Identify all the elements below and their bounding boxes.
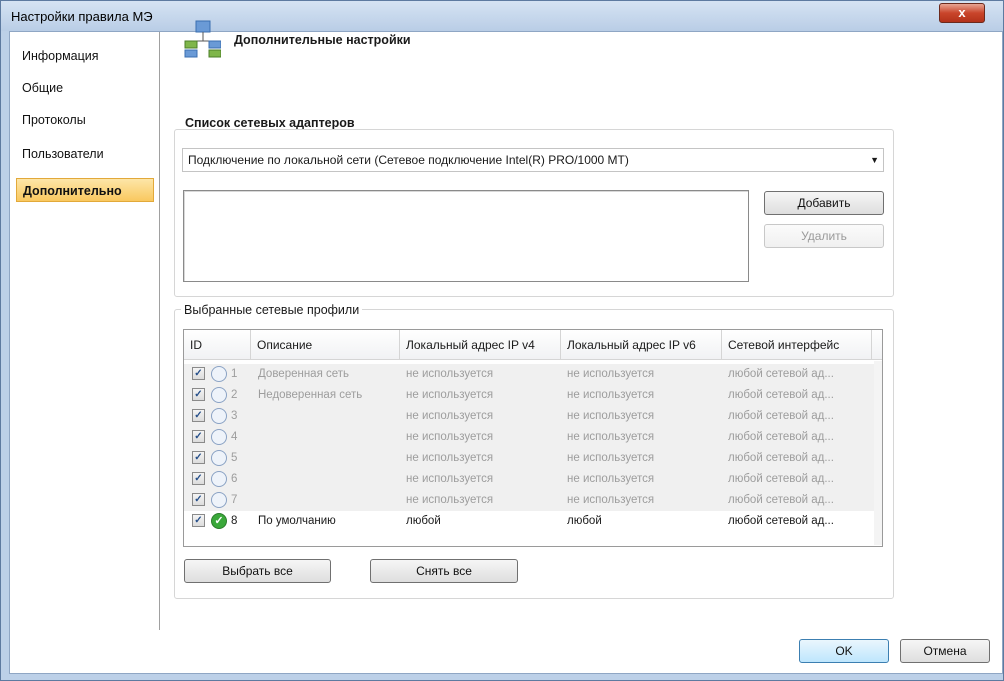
- table-row[interactable]: ✓ 6 не используется не используется любой…: [184, 469, 874, 490]
- cancel-button[interactable]: Отмена: [900, 639, 990, 663]
- row-interface: любой сетевой ад...: [728, 473, 834, 485]
- circle-icon: [211, 492, 227, 508]
- row-ipv4: не используется: [406, 410, 494, 422]
- sidebar-item-users[interactable]: Пользователи: [16, 142, 154, 166]
- column-header-interface[interactable]: Сетевой интерфейс: [722, 330, 872, 360]
- row-ipv4: не используется: [406, 431, 494, 443]
- adapters-label: Список сетевых адаптеров: [185, 116, 355, 130]
- circle-icon: [211, 366, 227, 382]
- table-row[interactable]: ✓ 7 не используется не используется любой…: [184, 490, 874, 511]
- row-interface: любой сетевой ад...: [728, 431, 834, 443]
- select-all-button[interactable]: Выбрать все: [184, 559, 331, 583]
- table-row[interactable]: ✓ 3 не используется не используется любой…: [184, 406, 874, 427]
- sidebar-item-advanced[interactable]: Дополнительно: [16, 178, 154, 202]
- row-checkbox[interactable]: ✓: [192, 451, 205, 464]
- profiles-table: ID Описание Локальный адрес IP v4 Локаль…: [183, 329, 883, 547]
- column-header-ipv4[interactable]: Локальный адрес IP v4: [400, 330, 561, 360]
- dialog-window: Настройки правила МЭ x Информация Общие …: [0, 0, 1004, 681]
- row-ipv6: любой: [567, 515, 602, 527]
- row-id: 8: [231, 515, 238, 527]
- row-interface: любой сетевой ад...: [728, 452, 834, 464]
- column-header-description[interactable]: Описание: [251, 330, 400, 360]
- adapter-select[interactable]: Подключение по локальной сети (Сетевое п…: [182, 148, 884, 172]
- row-ipv6: не используется: [567, 410, 655, 422]
- column-header-ipv6[interactable]: Локальный адрес IP v6: [561, 330, 722, 360]
- row-ipv6: не используется: [567, 473, 655, 485]
- circle-icon: [211, 471, 227, 487]
- row-ipv4: не используется: [406, 368, 494, 380]
- row-ipv4: не используется: [406, 494, 494, 506]
- row-id: 4: [231, 431, 238, 443]
- row-ipv6: не используется: [567, 389, 655, 401]
- row-checkbox[interactable]: ✓: [192, 388, 205, 401]
- row-interface: любой сетевой ад...: [728, 410, 834, 422]
- row-ipv4: не используется: [406, 389, 494, 401]
- row-id: 6: [231, 473, 238, 485]
- close-button[interactable]: x: [939, 3, 985, 23]
- table-header: ID Описание Локальный адрес IP v4 Локаль…: [184, 330, 882, 360]
- table-scrollbar[interactable]: [874, 361, 882, 545]
- row-interface: любой сетевой ад...: [728, 515, 834, 527]
- row-ipv6: не используется: [567, 431, 655, 443]
- row-ipv6: не используется: [567, 452, 655, 464]
- chevron-down-icon: ▼: [870, 155, 879, 165]
- row-ipv6: не используется: [567, 494, 655, 506]
- adapter-select-value: Подключение по локальной сети (Сетевое п…: [188, 153, 629, 167]
- row-checkbox[interactable]: ✓: [192, 409, 205, 422]
- title-bar[interactable]: Настройки правила МЭ x: [1, 1, 1003, 31]
- close-icon: x: [958, 5, 966, 20]
- row-ipv4: не используется: [406, 473, 494, 485]
- circle-icon: [211, 408, 227, 424]
- row-checkbox[interactable]: ✓: [192, 472, 205, 485]
- row-id: 3: [231, 410, 238, 422]
- row-ipv4: любой: [406, 515, 441, 527]
- sidebar-item-protocols[interactable]: Протоколы: [16, 108, 154, 132]
- row-checkbox[interactable]: ✓: [192, 514, 205, 527]
- row-id: 1: [231, 368, 238, 380]
- remove-button[interactable]: Удалить: [764, 224, 884, 248]
- circle-icon: [211, 429, 227, 445]
- table-row[interactable]: ✓ 2 Недоверенная сеть не используется не …: [184, 385, 874, 406]
- row-checkbox[interactable]: ✓: [192, 493, 205, 506]
- sidebar-item-general[interactable]: Общие: [16, 76, 154, 100]
- row-interface: любой сетевой ад...: [728, 389, 834, 401]
- check-circle-icon: ✓: [211, 513, 227, 529]
- row-interface: любой сетевой ад...: [728, 494, 834, 506]
- row-id: 5: [231, 452, 238, 464]
- table-row[interactable]: ✓ 5 не используется не используется любой…: [184, 448, 874, 469]
- row-checkbox[interactable]: ✓: [192, 367, 205, 380]
- deselect-all-button[interactable]: Снять все: [370, 559, 518, 583]
- add-button[interactable]: Добавить: [764, 191, 884, 215]
- sidebar-item-info[interactable]: Информация: [16, 44, 154, 68]
- column-header-id[interactable]: ID: [184, 330, 251, 360]
- window-title: Настройки правила МЭ: [11, 9, 153, 24]
- sidebar-nav: Информация Общие Протоколы Пользователи …: [10, 32, 160, 630]
- page-title: Дополнительные настройки: [234, 33, 411, 47]
- circle-icon: [211, 387, 227, 403]
- table-row[interactable]: ✓ ✓ 8 По умолчанию любой любой любой сетев…: [184, 511, 874, 532]
- ok-button[interactable]: OK: [799, 639, 889, 663]
- row-description: Доверенная сеть: [258, 368, 350, 380]
- circle-icon: [211, 450, 227, 466]
- network-icon: [184, 20, 221, 58]
- row-id: 7: [231, 494, 238, 506]
- row-description: По умолчанию: [258, 515, 336, 527]
- row-checkbox[interactable]: ✓: [192, 430, 205, 443]
- table-row[interactable]: ✓ 1 Доверенная сеть не используется не ис…: [184, 364, 874, 385]
- adapter-list[interactable]: [183, 190, 749, 282]
- table-row[interactable]: ✓ 4 не используется не используется любой…: [184, 427, 874, 448]
- row-id: 2: [231, 389, 238, 401]
- row-ipv6: не используется: [567, 368, 655, 380]
- row-ipv4: не используется: [406, 452, 494, 464]
- profiles-label: Выбранные сетевые профили: [181, 303, 363, 317]
- row-interface: любой сетевой ад...: [728, 368, 834, 380]
- row-description: Недоверенная сеть: [258, 389, 363, 401]
